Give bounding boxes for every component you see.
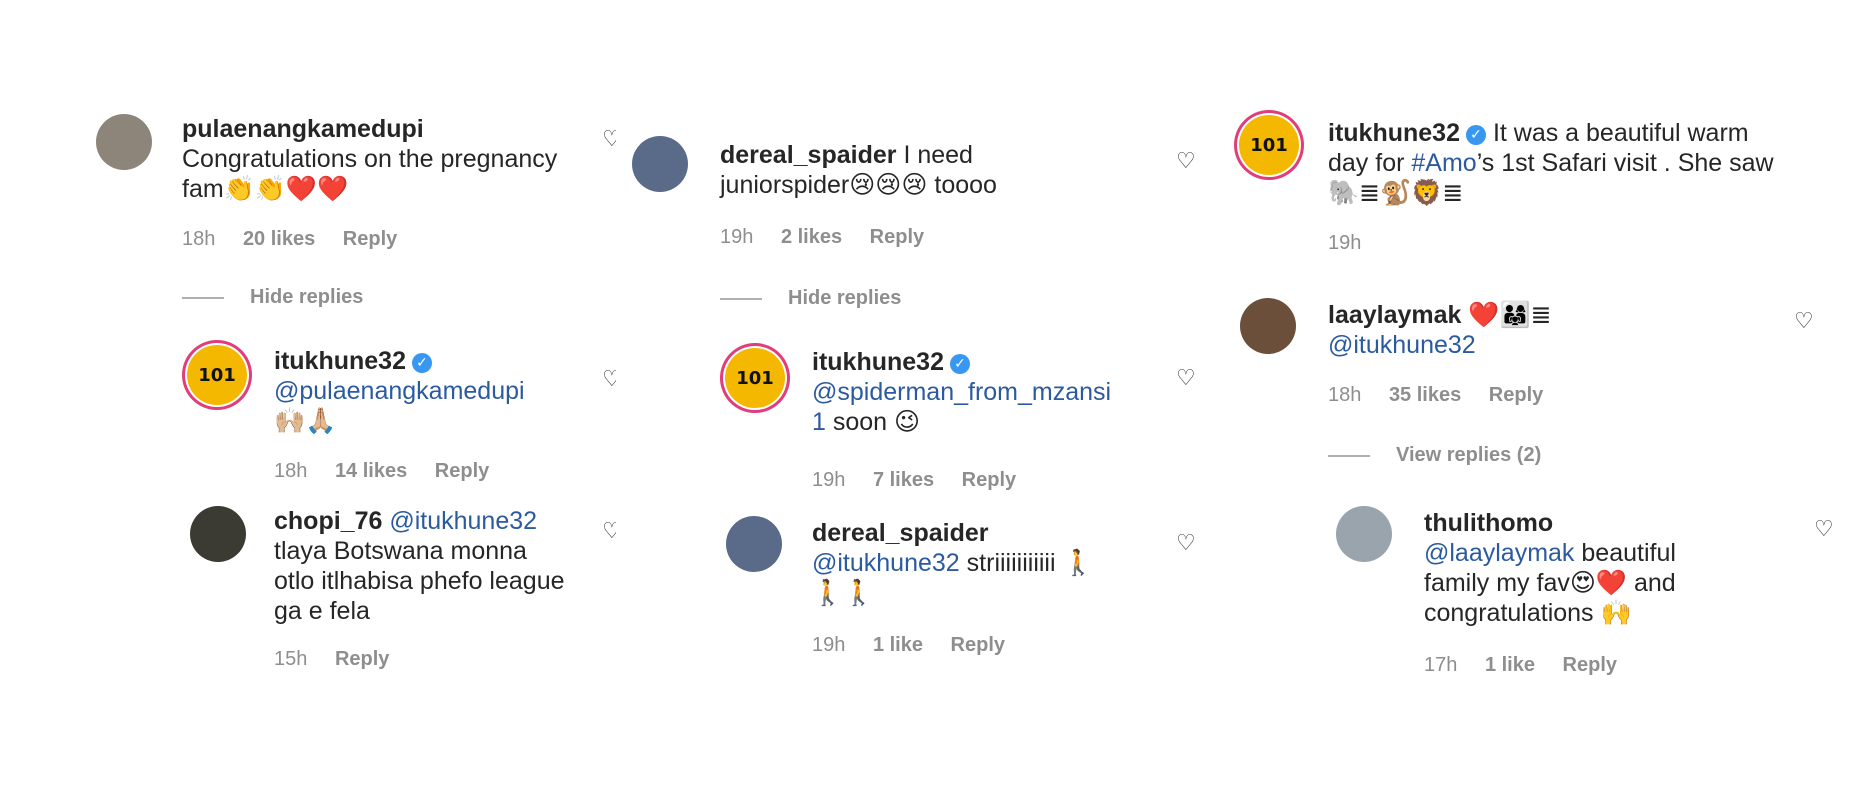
timestamp: 17h [1424, 654, 1458, 676]
reply-button[interactable]: Reply [962, 469, 1016, 491]
comment-body: thulithomo @laaylaymak beautiful family … [1424, 508, 1734, 628]
reply-button[interactable]: Reply [435, 460, 489, 482]
comment-text: soon 😉 [832, 408, 921, 436]
verified-badge-icon: ✓ [411, 353, 432, 373]
heart-icon[interactable]: ♡ [1794, 310, 1818, 334]
divider-line [720, 297, 762, 300]
hide-replies-toggle[interactable]: Hide replies [182, 286, 363, 309]
heart-icon[interactable]: ♡ [602, 368, 616, 392]
avatar[interactable]: 101 [1234, 110, 1304, 180]
avatar[interactable] [632, 136, 688, 192]
username-link[interactable]: itukhune32 [812, 348, 944, 376]
comment-body: pulaenangkamedupi Congratulations on the… [182, 114, 592, 204]
comment-text: Congratulations on the pregnancy fam👏👏❤️… [182, 145, 558, 203]
mention-link[interactable]: @pulaenangkamedupi [274, 377, 525, 405]
username-link[interactable]: itukhune32 [274, 347, 406, 375]
avatar[interactable]: 101 [182, 340, 252, 410]
comment-meta: 19h 7 likes Reply [812, 469, 1038, 492]
brand-logo-text: 101 [198, 364, 236, 386]
likes-count[interactable]: 14 likes [335, 460, 407, 482]
avatar[interactable] [1240, 298, 1296, 354]
username-link[interactable]: dereal_spaider [812, 519, 989, 547]
verified-badge-icon: ✓ [949, 354, 970, 374]
comment-meta: 19h 1 like Reply [812, 634, 1027, 657]
comment-body: laaylaymak ❤️👨‍👩‍👧≣ @itukhune32 [1328, 300, 1688, 360]
likes-count[interactable]: 7 likes [873, 469, 934, 491]
mention-link[interactable]: @itukhune32 [1328, 331, 1476, 359]
avatar[interactable] [96, 114, 152, 170]
timestamp: 19h [720, 226, 754, 248]
divider-line [182, 296, 224, 299]
reply-button[interactable]: Reply [870, 226, 924, 248]
avatar[interactable]: 101 [720, 343, 790, 413]
timestamp: 18h [274, 460, 308, 482]
likes-count[interactable]: 35 likes [1389, 384, 1461, 406]
comment-body: itukhune32 ✓ It was a beautiful warm day … [1328, 118, 1788, 208]
verified-badge-icon: ✓ [1465, 125, 1486, 145]
avatar[interactable] [726, 516, 782, 572]
username-link[interactable]: itukhune32 [1328, 119, 1460, 147]
username-link[interactable]: thulithomo [1424, 509, 1553, 537]
reply-button[interactable]: Reply [1489, 384, 1543, 406]
heart-icon[interactable]: ♡ [1176, 532, 1200, 556]
comment-body: dereal_spaider @itukhune32 striiiiiiiiii… [812, 518, 1112, 608]
view-replies-toggle[interactable]: View replies (2) [1328, 444, 1541, 467]
heart-icon[interactable]: ♡ [1176, 150, 1200, 174]
comment-meta: 17h 1 like Reply [1424, 654, 1639, 677]
comment-meta: 15h Reply [274, 648, 411, 671]
heart-icon[interactable]: ♡ [602, 520, 616, 544]
comment-text: ❤️👨‍👩‍👧≣ [1468, 301, 1552, 329]
username-link[interactable]: chopi_76 [274, 507, 382, 535]
hide-replies-toggle[interactable]: Hide replies [720, 287, 901, 310]
comment-meta: 18h 20 likes Reply [182, 228, 419, 251]
avatar[interactable] [190, 506, 246, 562]
reply-button[interactable]: Reply [335, 648, 389, 670]
reply-button[interactable]: Reply [343, 228, 397, 250]
timestamp: 18h [182, 228, 216, 250]
mention-link[interactable]: @laaylaymak [1424, 539, 1574, 567]
comment-meta: 18h 14 likes Reply [274, 460, 511, 483]
comment-text: tlaya Botswana monna otlo itlhabisa phef… [274, 537, 565, 625]
timestamp: 15h [274, 648, 308, 670]
mention-link[interactable]: @itukhune32 [389, 507, 537, 535]
timestamp: 19h [1328, 232, 1362, 254]
comment-meta: 19h 2 likes Reply [720, 226, 946, 249]
username-link[interactable]: pulaenangkamedupi [182, 115, 424, 143]
likes-count[interactable]: 20 likes [243, 228, 315, 250]
likes-count[interactable]: 1 like [1485, 654, 1535, 676]
username-link[interactable]: laaylaymak [1328, 301, 1461, 329]
likes-count[interactable]: 1 like [873, 634, 923, 656]
hashtag-link[interactable]: #Amo [1411, 149, 1476, 177]
heart-icon[interactable]: ♡ [602, 128, 616, 152]
avatar[interactable] [1336, 506, 1392, 562]
username-link[interactable]: dereal_spaider [720, 141, 897, 169]
brand-logo-text: 101 [736, 367, 774, 389]
likes-count[interactable]: 2 likes [781, 226, 842, 248]
comment-body: dereal_spaider I need juniorspider😢😢😢 to… [720, 140, 1100, 200]
reply-button[interactable]: Reply [1563, 654, 1617, 676]
comment-body: chopi_76 @itukhune32 tlaya Botswana monn… [274, 506, 574, 626]
mention-link[interactable]: @itukhune32 [812, 549, 960, 577]
timestamp: 18h [1328, 384, 1362, 406]
comment-text: 🙌🏼🙏🏼 [274, 407, 337, 435]
heart-icon[interactable]: ♡ [1814, 518, 1838, 542]
timestamp: 19h [812, 634, 846, 656]
brand-logo-text: 101 [1250, 134, 1288, 156]
reply-button[interactable]: Reply [951, 634, 1005, 656]
timestamp: 19h [812, 469, 846, 491]
divider-line [1328, 454, 1370, 457]
heart-icon[interactable]: ♡ [1176, 367, 1200, 391]
comment-body: itukhune32 ✓ @pulaenangkamedupi 🙌🏼🙏🏼 [274, 346, 594, 436]
comment-meta: 18h 35 likes Reply [1328, 384, 1565, 407]
comment-meta: 19h [1328, 232, 1383, 255]
comment-body: itukhune32 ✓ @spiderman_from_mzansi1 soon… [812, 347, 1122, 437]
